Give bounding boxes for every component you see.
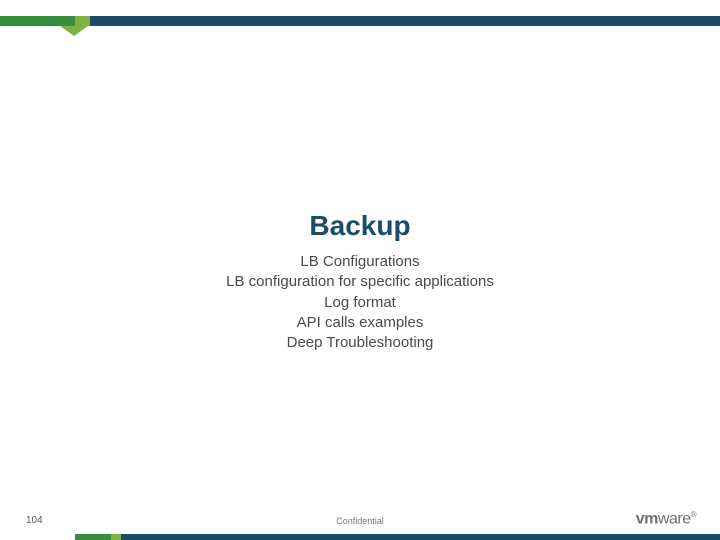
top-bar-segment-lightgreen (75, 16, 90, 26)
logo-ware: ware (658, 510, 691, 527)
slide-title: Backup (0, 210, 720, 242)
footer: 104 Confidential vmware® (0, 502, 720, 540)
subtitle-line: Deep Troubleshooting (0, 333, 720, 353)
subtitle-line: Log format (0, 293, 720, 313)
confidential-label: Confidential (0, 516, 720, 526)
subtitle-line: LB Configurations (0, 252, 720, 272)
top-accent-bar (0, 16, 720, 26)
logo-vm: vm (636, 510, 658, 527)
bottom-bar-segment-lightgreen (111, 534, 121, 540)
top-bar-segment-green (0, 16, 75, 26)
subtitle-line: API calls examples (0, 313, 720, 333)
vmware-logo: vmware® (636, 510, 696, 528)
triangle-accent-icon (60, 26, 88, 36)
slide-subtitles: LB Configurations LB configuration for s… (0, 252, 720, 353)
bottom-bar-segment-green (75, 534, 111, 540)
bottom-accent-bar (75, 534, 720, 540)
logo-registered-icon: ® (691, 510, 696, 519)
subtitle-line: LB configuration for specific applicatio… (0, 272, 720, 292)
slide: Backup LB Configurations LB configuratio… (0, 0, 720, 540)
top-bar-segment-teal (90, 16, 720, 26)
bottom-bar-segment-teal (121, 534, 720, 540)
